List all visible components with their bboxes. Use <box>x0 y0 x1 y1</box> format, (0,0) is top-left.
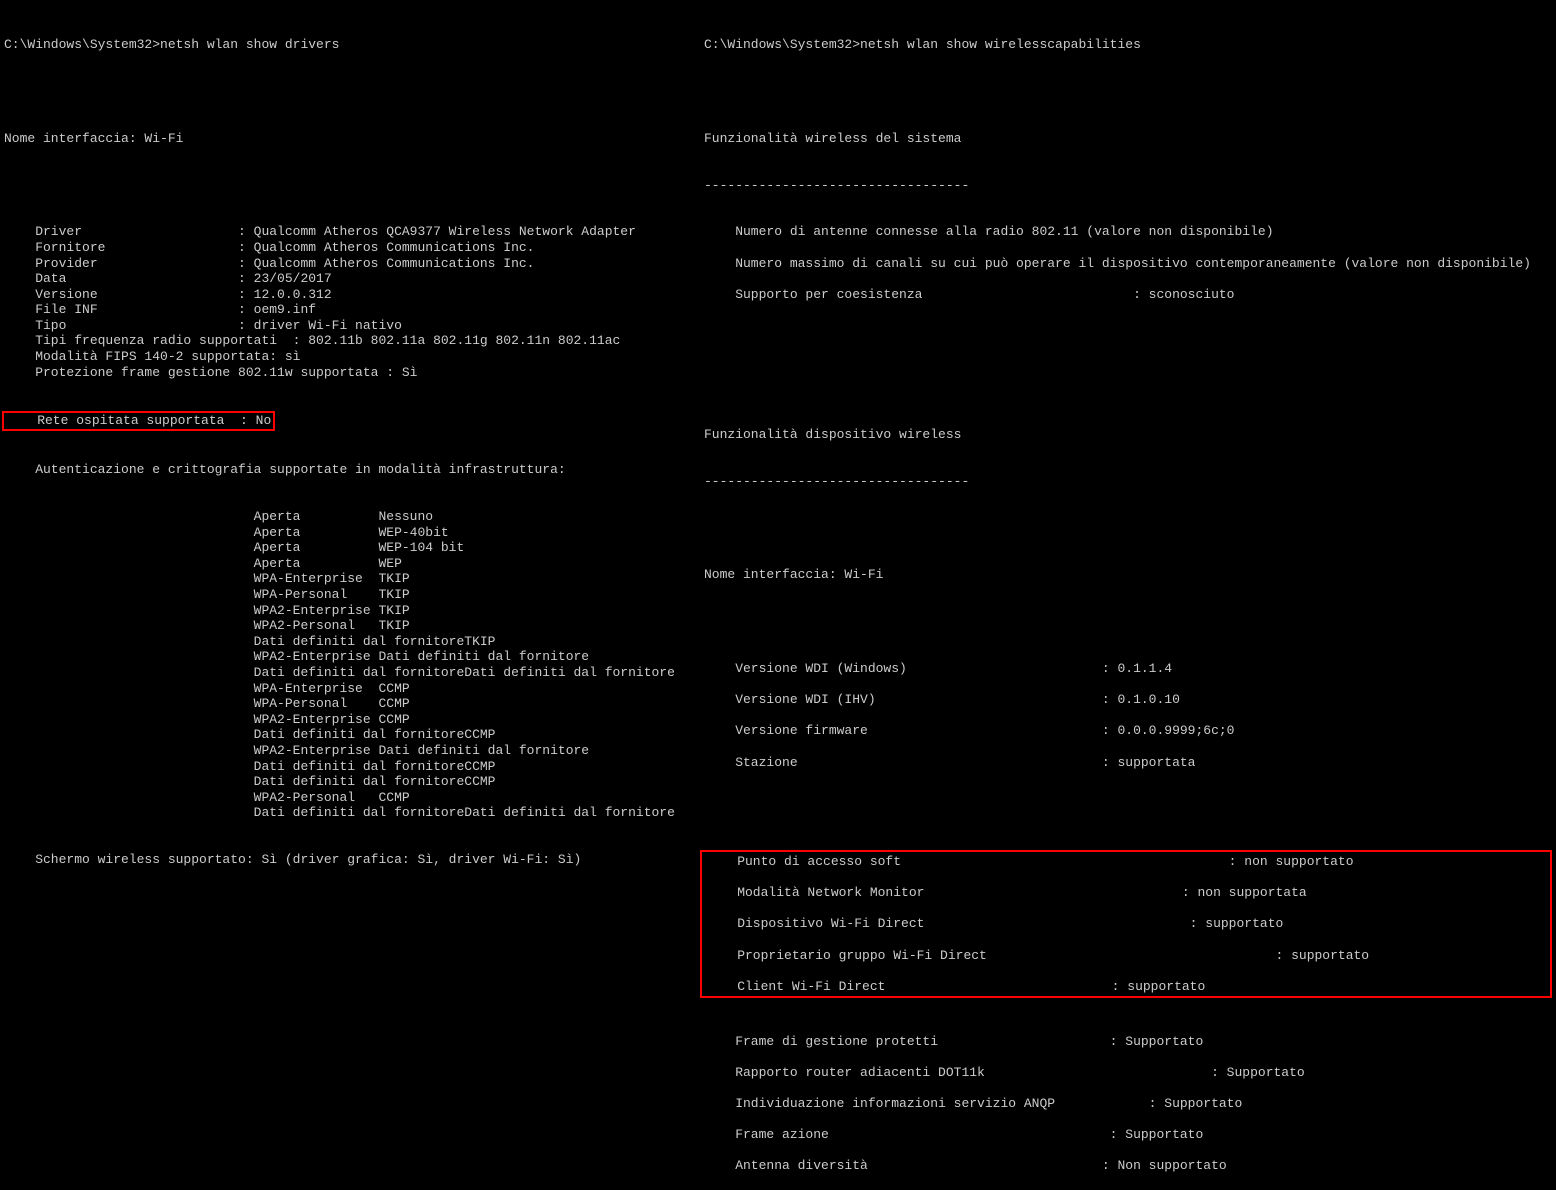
output-line <box>706 901 1546 917</box>
output-line: Dati definiti dal fornitoreCCMP <box>4 727 696 743</box>
output-line: Antenna diversità : Non supportato <box>704 1158 1552 1174</box>
output-line <box>704 240 1552 256</box>
output-line <box>706 870 1546 886</box>
blank <box>704 84 1552 100</box>
output-line: Dati definiti dal fornitoreCCMP <box>4 759 696 775</box>
output-line: Punto di accesso soft : non supportato <box>706 854 1546 870</box>
auth-title: Autenticazione e crittografia supportate… <box>4 462 696 478</box>
output-line: WPA-Enterprise TKIP <box>4 571 696 587</box>
blank <box>4 178 696 194</box>
output-line: Versione WDI (Windows) : 0.1.1.4 <box>704 661 1552 677</box>
interface-name: Nome interfaccia: Wi-Fi <box>704 567 1552 583</box>
output-line: Rapporto router adiacenti DOT11k : Suppo… <box>704 1065 1552 1081</box>
output-line: Frame azione : Supportato <box>704 1127 1552 1143</box>
terminal-right: C:\Windows\System32>netsh wlan show wire… <box>700 0 1556 705</box>
output-line: WPA-Personal CCMP <box>4 696 696 712</box>
output-line <box>704 1049 1552 1065</box>
output-line: Aperta WEP-40bit <box>4 525 696 541</box>
terminal-left: C:\Windows\System32>netsh wlan show driv… <box>0 0 700 705</box>
output-line: Dati definiti dal fornitoreCCMP <box>4 774 696 790</box>
device-caps-block-1: Versione WDI (Windows) : 0.1.1.4 Version… <box>704 661 1552 770</box>
output-line: Stazione : supportata <box>704 755 1552 771</box>
output-line: Numero massimo di canali su cui può oper… <box>704 256 1552 272</box>
output-line: Modalità FIPS 140-2 supportata: sì <box>4 349 696 365</box>
output-line: Protezione frame gestione 802.11w suppor… <box>4 365 696 381</box>
output-line <box>704 1080 1552 1096</box>
output-line: WPA2-Personal CCMP <box>4 790 696 806</box>
output-line: Numero di antenne connesse alla radio 80… <box>704 224 1552 240</box>
output-line: WPA-Enterprise CCMP <box>4 681 696 697</box>
dashes: ---------------------------------- <box>704 474 1552 490</box>
output-line: Dati definiti dal fornitoreDati definiti… <box>4 665 696 681</box>
prompt-line: C:\Windows\System32>netsh wlan show driv… <box>4 37 696 53</box>
output-line <box>706 932 1546 948</box>
output-line: Provider : Qualcomm Atheros Communicatio… <box>4 256 696 272</box>
dashes: ---------------------------------- <box>704 178 1552 194</box>
output-line <box>704 1143 1552 1159</box>
output-line <box>704 677 1552 693</box>
output-line: Aperta WEP-104 bit <box>4 540 696 556</box>
blank <box>704 333 1552 349</box>
wireless-display: Schermo wireless supportato: Sì (driver … <box>4 852 696 868</box>
auth-modes-block: Aperta Nessuno Aperta WEP-40bit Aperta W… <box>4 509 696 821</box>
output-line: Dispositivo Wi-Fi Direct : supportato <box>706 916 1546 932</box>
output-line: Tipo : driver Wi-Fi nativo <box>4 318 696 334</box>
driver-info-block: Driver : Qualcomm Atheros QCA9377 Wirele… <box>4 224 696 380</box>
output-line: WPA2-Enterprise CCMP <box>4 712 696 728</box>
output-line: Supporto per coesistenza : sconosciuto <box>704 287 1552 303</box>
output-line: Versione : 12.0.0.312 <box>4 287 696 303</box>
output-line: WPA2-Personal TKIP <box>4 618 696 634</box>
device-caps-block-2: Frame di gestione protetti : Supportato … <box>704 1034 1552 1174</box>
output-line: Versione WDI (IHV) : 0.1.0.10 <box>704 692 1552 708</box>
output-line: Dati definiti dal fornitoreDati definiti… <box>4 805 696 821</box>
wifi-direct-highlight: Punto di accesso soft : non supportato M… <box>700 850 1552 998</box>
output-line: Proprietario gruppo Wi-Fi Direct : suppo… <box>706 948 1546 964</box>
hosted-network-highlight: Rete ospitata supportata : No <box>4 411 696 431</box>
output-line: Tipi frequenza radio supportati : 802.11… <box>4 333 696 349</box>
output-line: WPA-Personal TKIP <box>4 587 696 603</box>
output-line: Versione firmware : 0.0.0.9999;6c;0 <box>704 723 1552 739</box>
output-line: Dati definiti dal fornitoreTKIP <box>4 634 696 650</box>
output-line: Aperta WEP <box>4 556 696 572</box>
prompt-line: C:\Windows\System32>netsh wlan show wire… <box>704 37 1552 53</box>
output-line: Individuazione informazioni servizio ANQ… <box>704 1096 1552 1112</box>
output-line: WPA2-Enterprise Dati definiti dal fornit… <box>4 649 696 665</box>
output-line: Modalità Network Monitor : non supportat… <box>706 885 1546 901</box>
system-caps-title: Funzionalità wireless del sistema <box>704 131 1552 147</box>
output-line: File INF : oem9.inf <box>4 302 696 318</box>
output-line: Driver : Qualcomm Atheros QCA9377 Wirele… <box>4 224 696 240</box>
output-line <box>704 271 1552 287</box>
device-caps-title: Funzionalità dispositivo wireless <box>704 427 1552 443</box>
blank <box>704 521 1552 537</box>
blank <box>704 614 1552 630</box>
blank <box>704 380 1552 396</box>
output-line: WPA2-Enterprise Dati definiti dal fornit… <box>4 743 696 759</box>
blank <box>704 801 1552 817</box>
output-line: Data : 23/05/2017 <box>4 271 696 287</box>
output-line: Client Wi-Fi Direct : supportato <box>706 979 1546 995</box>
output-line <box>706 963 1546 979</box>
output-line <box>704 708 1552 724</box>
output-line: Frame di gestione protetti : Supportato <box>704 1034 1552 1050</box>
system-caps-block: Numero di antenne connesse alla radio 80… <box>704 224 1552 302</box>
output-line: Aperta Nessuno <box>4 509 696 525</box>
blank <box>4 84 696 100</box>
output-line <box>704 1112 1552 1128</box>
output-line <box>704 739 1552 755</box>
output-line: Fornitore : Qualcomm Atheros Communicati… <box>4 240 696 256</box>
interface-name: Nome interfaccia: Wi-Fi <box>4 131 696 147</box>
output-line: WPA2-Enterprise TKIP <box>4 603 696 619</box>
